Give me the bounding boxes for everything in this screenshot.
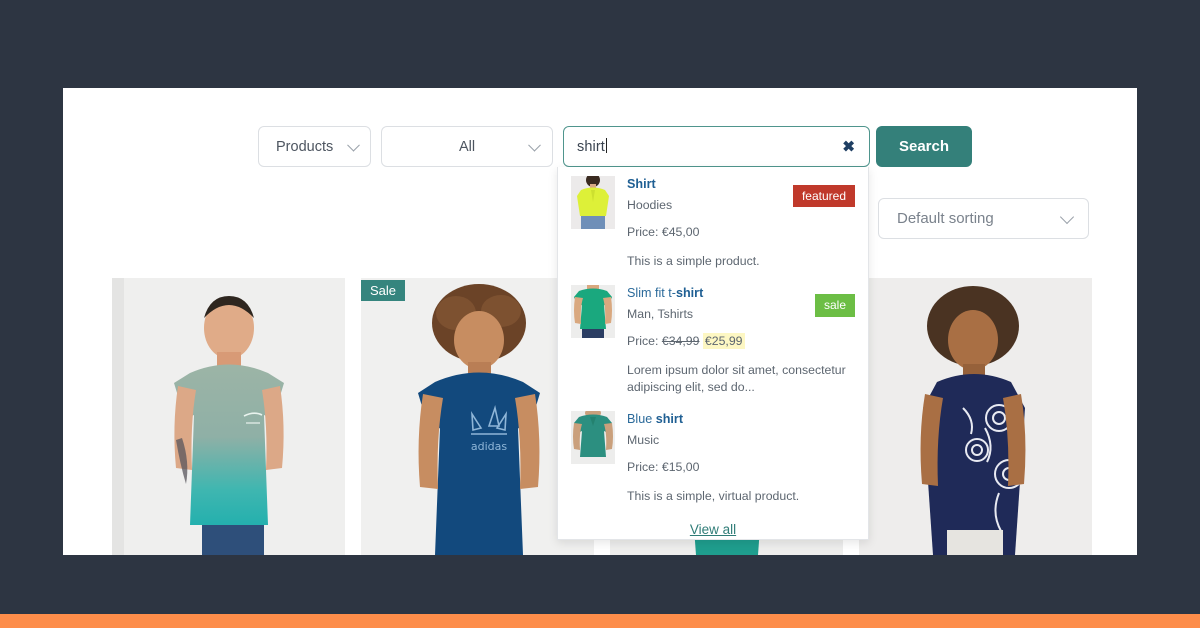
search-input-value: shirt [577, 138, 607, 155]
chevron-down-icon [1059, 209, 1075, 224]
product-thumbnail-shirt [571, 176, 615, 229]
status-badge-featured: featured [792, 185, 855, 208]
sorting-select-label: Default sorting [897, 210, 994, 227]
search-type-select[interactable]: Products [258, 126, 371, 167]
search-category-label: All [458, 138, 476, 155]
suggestion-price: Price: €15,00 [627, 459, 700, 474]
page-root: adidas Sale Default sorting Products All… [0, 0, 1200, 628]
suggestion-item[interactable]: Blue shirt Music Price: €15,00 This is a… [558, 400, 868, 509]
bottom-accent-bar [0, 614, 1200, 628]
suggestion-price: Price: €45,00 [627, 224, 700, 239]
suggestion-body: Blue shirt Music Price: €15,00 This is a… [627, 411, 855, 504]
suggestion-description: Lorem ipsum dolor sit amet, consectetur … [627, 363, 846, 394]
view-all-row: View all [558, 521, 868, 539]
product-image-green-tshirt [112, 278, 345, 555]
thumbnail-image [571, 285, 615, 339]
product-thumbnail-slim-fit-tshirt [571, 285, 615, 339]
product-card-green-tshirt[interactable] [112, 278, 345, 555]
product-sale-flag: Sale [361, 280, 406, 301]
search-bar: Products All shirt ✖ Search [258, 126, 972, 167]
suggestion-description: This is a simple product. [627, 253, 760, 268]
status-badge-sale: sale [814, 294, 855, 317]
text-caret [605, 138, 607, 153]
svg-text:adidas: adidas [471, 440, 508, 453]
suggestion-title[interactable]: Blue shirt [627, 412, 855, 428]
product-card-navy-print-dress[interactable] [859, 278, 1092, 555]
search-type-label: Products [276, 138, 334, 155]
product-image-navy-dress [859, 278, 1092, 555]
suggestion-description: This is a simple, virtual product. [627, 488, 800, 503]
thumbnail-image [571, 176, 615, 229]
search-input[interactable]: shirt ✖ [563, 126, 870, 167]
chevron-down-icon [347, 138, 360, 152]
search-category-select[interactable]: All [381, 126, 553, 167]
search-button[interactable]: Search [876, 126, 972, 167]
suggestion-item[interactable]: Slim fit t-shirt Man, Tshirts Price: €34… [558, 274, 868, 400]
chevron-down-icon [528, 138, 541, 152]
sorting-select[interactable]: Default sorting [878, 198, 1089, 239]
suggestion-item[interactable]: Shirt Hoodies Price: €45,00 This is a si… [558, 167, 868, 274]
search-suggestions-dropdown: Shirt Hoodies Price: €45,00 This is a si… [557, 167, 869, 540]
view-all-link[interactable]: View all [690, 522, 736, 537]
thumbnail-image [571, 411, 615, 465]
clear-search-icon[interactable]: ✖ [842, 139, 855, 154]
suggestion-categories: Music [627, 432, 660, 447]
suggestion-price: Price: €34,99 €25,99 [627, 333, 745, 350]
product-thumbnail-blue-shirt [571, 411, 615, 465]
